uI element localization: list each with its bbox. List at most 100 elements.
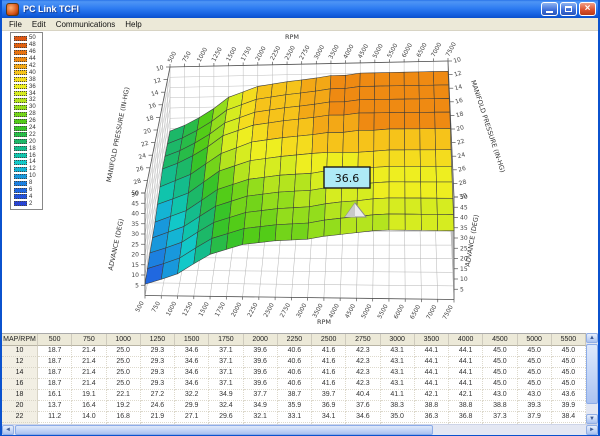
surface-cell[interactable] (291, 223, 308, 240)
surface-cell[interactable] (389, 72, 404, 86)
table-cell[interactable]: 42.3 (346, 368, 380, 379)
surface-cell[interactable] (308, 220, 325, 239)
table-cell[interactable]: 41.6 (312, 357, 346, 368)
table-cell[interactable]: 40.6 (278, 346, 312, 357)
table-cell[interactable]: 45.0 (552, 357, 586, 368)
surface-cell[interactable] (375, 73, 390, 87)
maximize-button[interactable] (560, 2, 577, 16)
table-cell[interactable]: 43.0 (483, 390, 517, 401)
surface-cell[interactable] (435, 129, 451, 150)
surface-cell[interactable] (358, 130, 374, 152)
surface-cell[interactable] (435, 112, 451, 129)
scroll-left-button[interactable]: ◄ (2, 425, 14, 435)
table-cell[interactable]: 25.0 (107, 346, 141, 357)
table-cell[interactable]: 41.1 (381, 390, 415, 401)
table-cell[interactable]: 29.9 (175, 401, 209, 412)
surface-cell[interactable] (389, 198, 405, 214)
table-cell[interactable]: 34.6 (175, 346, 209, 357)
table-cell[interactable]: 32.1 (244, 412, 278, 423)
surface-cell[interactable] (315, 89, 331, 104)
table-cell[interactable]: 45.0 (552, 346, 586, 357)
table-cell[interactable]: 42.1 (449, 390, 483, 401)
table-cell[interactable]: 38.8 (415, 401, 449, 412)
surface-cell[interactable] (327, 132, 343, 152)
table-cell[interactable]: 11.2 (38, 412, 72, 423)
table-cell[interactable]: 25.0 (107, 357, 141, 368)
surface-cell[interactable] (404, 85, 419, 99)
table-cell[interactable]: 34.6 (175, 379, 209, 390)
surface-cell[interactable] (436, 182, 452, 198)
surface-cell[interactable] (330, 75, 345, 88)
table-cell[interactable]: 42.3 (346, 357, 380, 368)
surface-cell[interactable] (420, 166, 436, 182)
table-cell[interactable]: 29.6 (209, 412, 243, 423)
table-cell[interactable]: 45.0 (483, 379, 517, 390)
surface-cell[interactable] (309, 204, 326, 223)
surface-cell[interactable] (330, 89, 346, 102)
table-cell[interactable]: 42.3 (346, 346, 380, 357)
surface-cell[interactable] (301, 78, 317, 93)
surface-cell[interactable] (404, 112, 419, 128)
surface-cell[interactable] (420, 150, 436, 167)
surface-cell[interactable] (325, 202, 342, 220)
table-cell[interactable]: 29.3 (141, 368, 175, 379)
table-cell[interactable]: 39.6 (244, 357, 278, 368)
surface-cell[interactable] (260, 209, 277, 227)
table-cell[interactable]: 24.6 (141, 401, 175, 412)
table-cell[interactable]: 41.6 (312, 379, 346, 390)
table-cell[interactable]: 36.8 (449, 412, 483, 423)
table-cell[interactable]: 39.7 (312, 390, 346, 401)
surface-cell[interactable] (419, 85, 434, 99)
table-cell[interactable]: 16.4 (72, 401, 106, 412)
table-cell[interactable]: 45.0 (518, 368, 552, 379)
surface-cell[interactable] (324, 218, 341, 236)
table-cell[interactable]: 40.6 (278, 368, 312, 379)
surface-cell[interactable] (343, 113, 359, 132)
surface-cell[interactable] (433, 71, 448, 85)
scroll-down-button[interactable]: ▼ (586, 414, 598, 424)
surface-cell[interactable] (389, 150, 405, 167)
surface-cell[interactable] (374, 129, 390, 151)
scroll-right-button[interactable]: ► (586, 425, 598, 435)
surface-cell[interactable] (343, 130, 359, 152)
table-cell[interactable]: 43.1 (381, 379, 415, 390)
surface-cell[interactable] (437, 214, 454, 230)
surface-cell[interactable] (259, 225, 276, 243)
surface-cell[interactable] (340, 217, 357, 235)
surface-cell[interactable] (358, 151, 374, 168)
table-cell[interactable]: 38.8 (483, 401, 517, 412)
table-cell[interactable]: 13.7 (38, 401, 72, 412)
table-cell[interactable]: 39.3 (518, 401, 552, 412)
table-cell[interactable]: 45.0 (518, 357, 552, 368)
surface-cell[interactable] (299, 104, 315, 119)
table-cell[interactable]: 19.2 (107, 401, 141, 412)
table-cell[interactable]: 34.6 (175, 357, 209, 368)
surface-cell[interactable] (280, 155, 297, 175)
surface-cell[interactable] (359, 100, 374, 113)
table-cell[interactable]: 14.0 (72, 412, 106, 423)
surface-cell[interactable] (421, 182, 437, 198)
surface-cell[interactable] (405, 166, 421, 182)
table-cell[interactable]: 34.9 (209, 390, 243, 401)
table-cell[interactable]: 21.4 (72, 379, 106, 390)
table-cell[interactable]: 32.2 (175, 390, 209, 401)
close-button[interactable]: × (579, 2, 596, 16)
table-cell[interactable]: 37.1 (209, 357, 243, 368)
surface-cell[interactable] (283, 106, 299, 121)
table-cell[interactable]: 36.9 (312, 401, 346, 412)
surface-cell[interactable] (293, 190, 310, 207)
table-cell[interactable]: 42.3 (346, 379, 380, 390)
surface-cell[interactable] (404, 72, 419, 86)
table-cell[interactable]: 34.1 (312, 412, 346, 423)
surface-cell[interactable] (373, 182, 389, 199)
table-cell[interactable]: 43.1 (381, 346, 415, 357)
surface-cell[interactable] (374, 99, 389, 113)
surface-cell[interactable] (344, 100, 360, 115)
table-cell[interactable]: 40.6 (278, 379, 312, 390)
surface-cell[interactable] (421, 214, 438, 230)
table-cell[interactable]: 44.1 (415, 368, 449, 379)
surface-cell[interactable] (249, 159, 266, 180)
table-cell[interactable]: 44.1 (449, 379, 483, 390)
table-cell[interactable]: 36.3 (415, 412, 449, 423)
surface-cell[interactable] (281, 136, 297, 156)
